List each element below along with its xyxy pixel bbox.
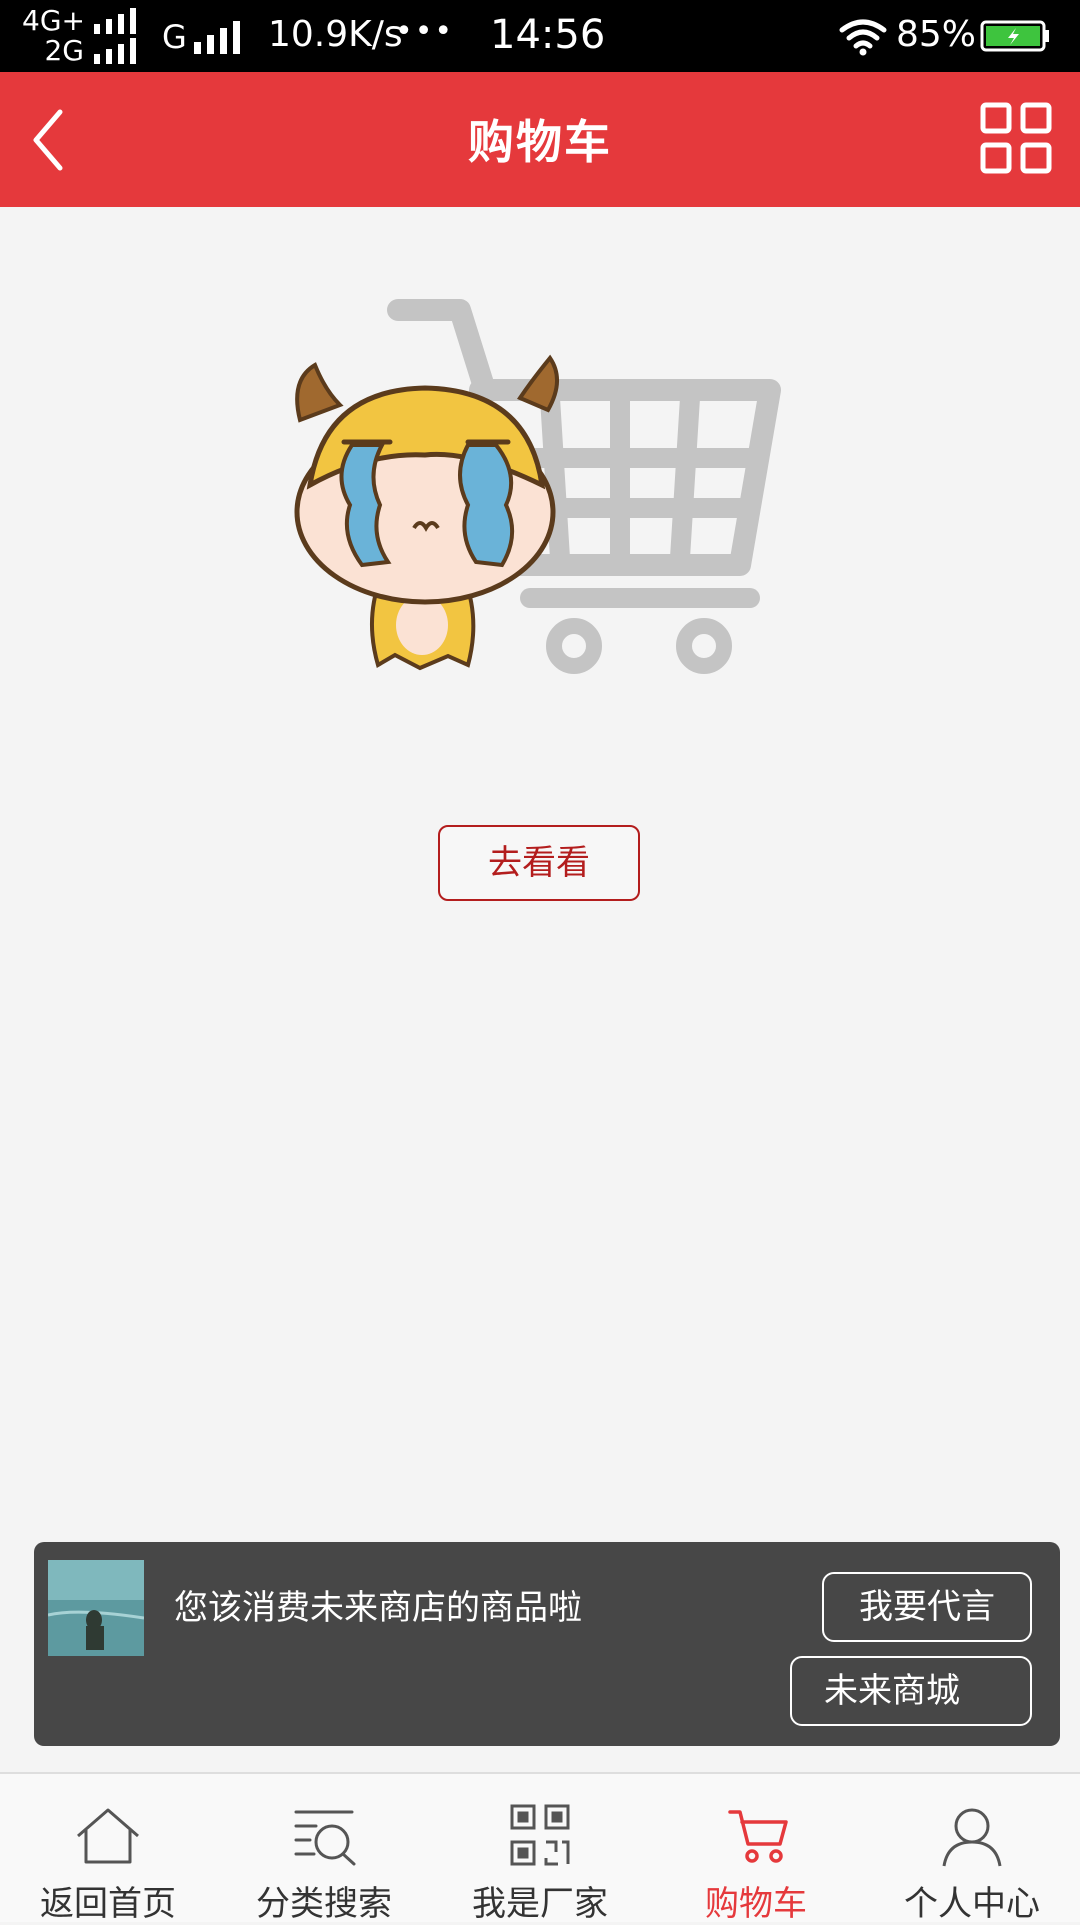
network-type: 4G+ 2G bbox=[22, 4, 85, 67]
clock: 14:56 bbox=[490, 12, 606, 58]
nav-label: 我是厂家 bbox=[472, 1884, 608, 1924]
nav-label: 分类搜索 bbox=[256, 1884, 392, 1924]
nav-label: 返回首页 bbox=[40, 1884, 176, 1924]
endorse-button[interactable]: 我要代言 bbox=[822, 1572, 1032, 1642]
signal-icon bbox=[194, 21, 240, 54]
cart-icon bbox=[728, 1810, 788, 1863]
more-notifications-icon: ••• bbox=[395, 14, 455, 49]
battery-percent: 85% bbox=[896, 14, 977, 55]
network-type-top: 4G+ bbox=[22, 4, 85, 37]
bottom-nav: 返回首页 分类搜索 我是厂家 购物车 个人中心 bbox=[0, 1772, 1080, 1924]
nav-item-cart[interactable]: 购物车 bbox=[648, 1774, 864, 1924]
grid-icon[interactable] bbox=[978, 100, 1054, 176]
wifi-icon bbox=[839, 19, 887, 56]
nav-label: 个人中心 bbox=[904, 1884, 1040, 1924]
network-speed: 10.9K/s bbox=[268, 14, 403, 55]
crying-calf-icon bbox=[294, 354, 559, 671]
nav-label: 购物车 bbox=[705, 1884, 807, 1924]
network-type-bottom: 2G bbox=[44, 34, 84, 67]
empty-cart-illustration bbox=[294, 299, 781, 674]
nav-item-category-search[interactable]: 分类搜索 bbox=[216, 1774, 432, 1924]
search-category-icon bbox=[294, 1810, 356, 1866]
header: 购物车 bbox=[0, 72, 1080, 207]
home-icon bbox=[77, 1808, 139, 1864]
nav-item-home[interactable]: 返回首页 bbox=[0, 1774, 216, 1924]
qr-code-icon bbox=[510, 1804, 570, 1866]
network-g: G bbox=[162, 18, 187, 56]
thumbnail-image[interactable] bbox=[48, 1560, 144, 1656]
future-mall-button[interactable]: 未来商城 bbox=[790, 1656, 1032, 1726]
go-browse-button[interactable]: 去看看 bbox=[438, 825, 640, 901]
signal-icon bbox=[94, 8, 136, 64]
battery-icon bbox=[980, 20, 1049, 52]
status-bar: 4G+ 2G G 10.9K/s ••• 14:56 85% bbox=[0, 0, 1080, 72]
nav-item-manufacturer[interactable]: 我是厂家 bbox=[432, 1774, 648, 1924]
nav-item-profile[interactable]: 个人中心 bbox=[864, 1774, 1080, 1924]
person-icon bbox=[942, 1808, 1002, 1867]
page-title: 购物车 bbox=[468, 115, 612, 169]
toast-message: 您该消费未来商店的商品啦 bbox=[174, 1588, 582, 1628]
promo-toast: 您该消费未来商店的商品啦 我要代言 未来商城 bbox=[34, 1542, 1060, 1746]
